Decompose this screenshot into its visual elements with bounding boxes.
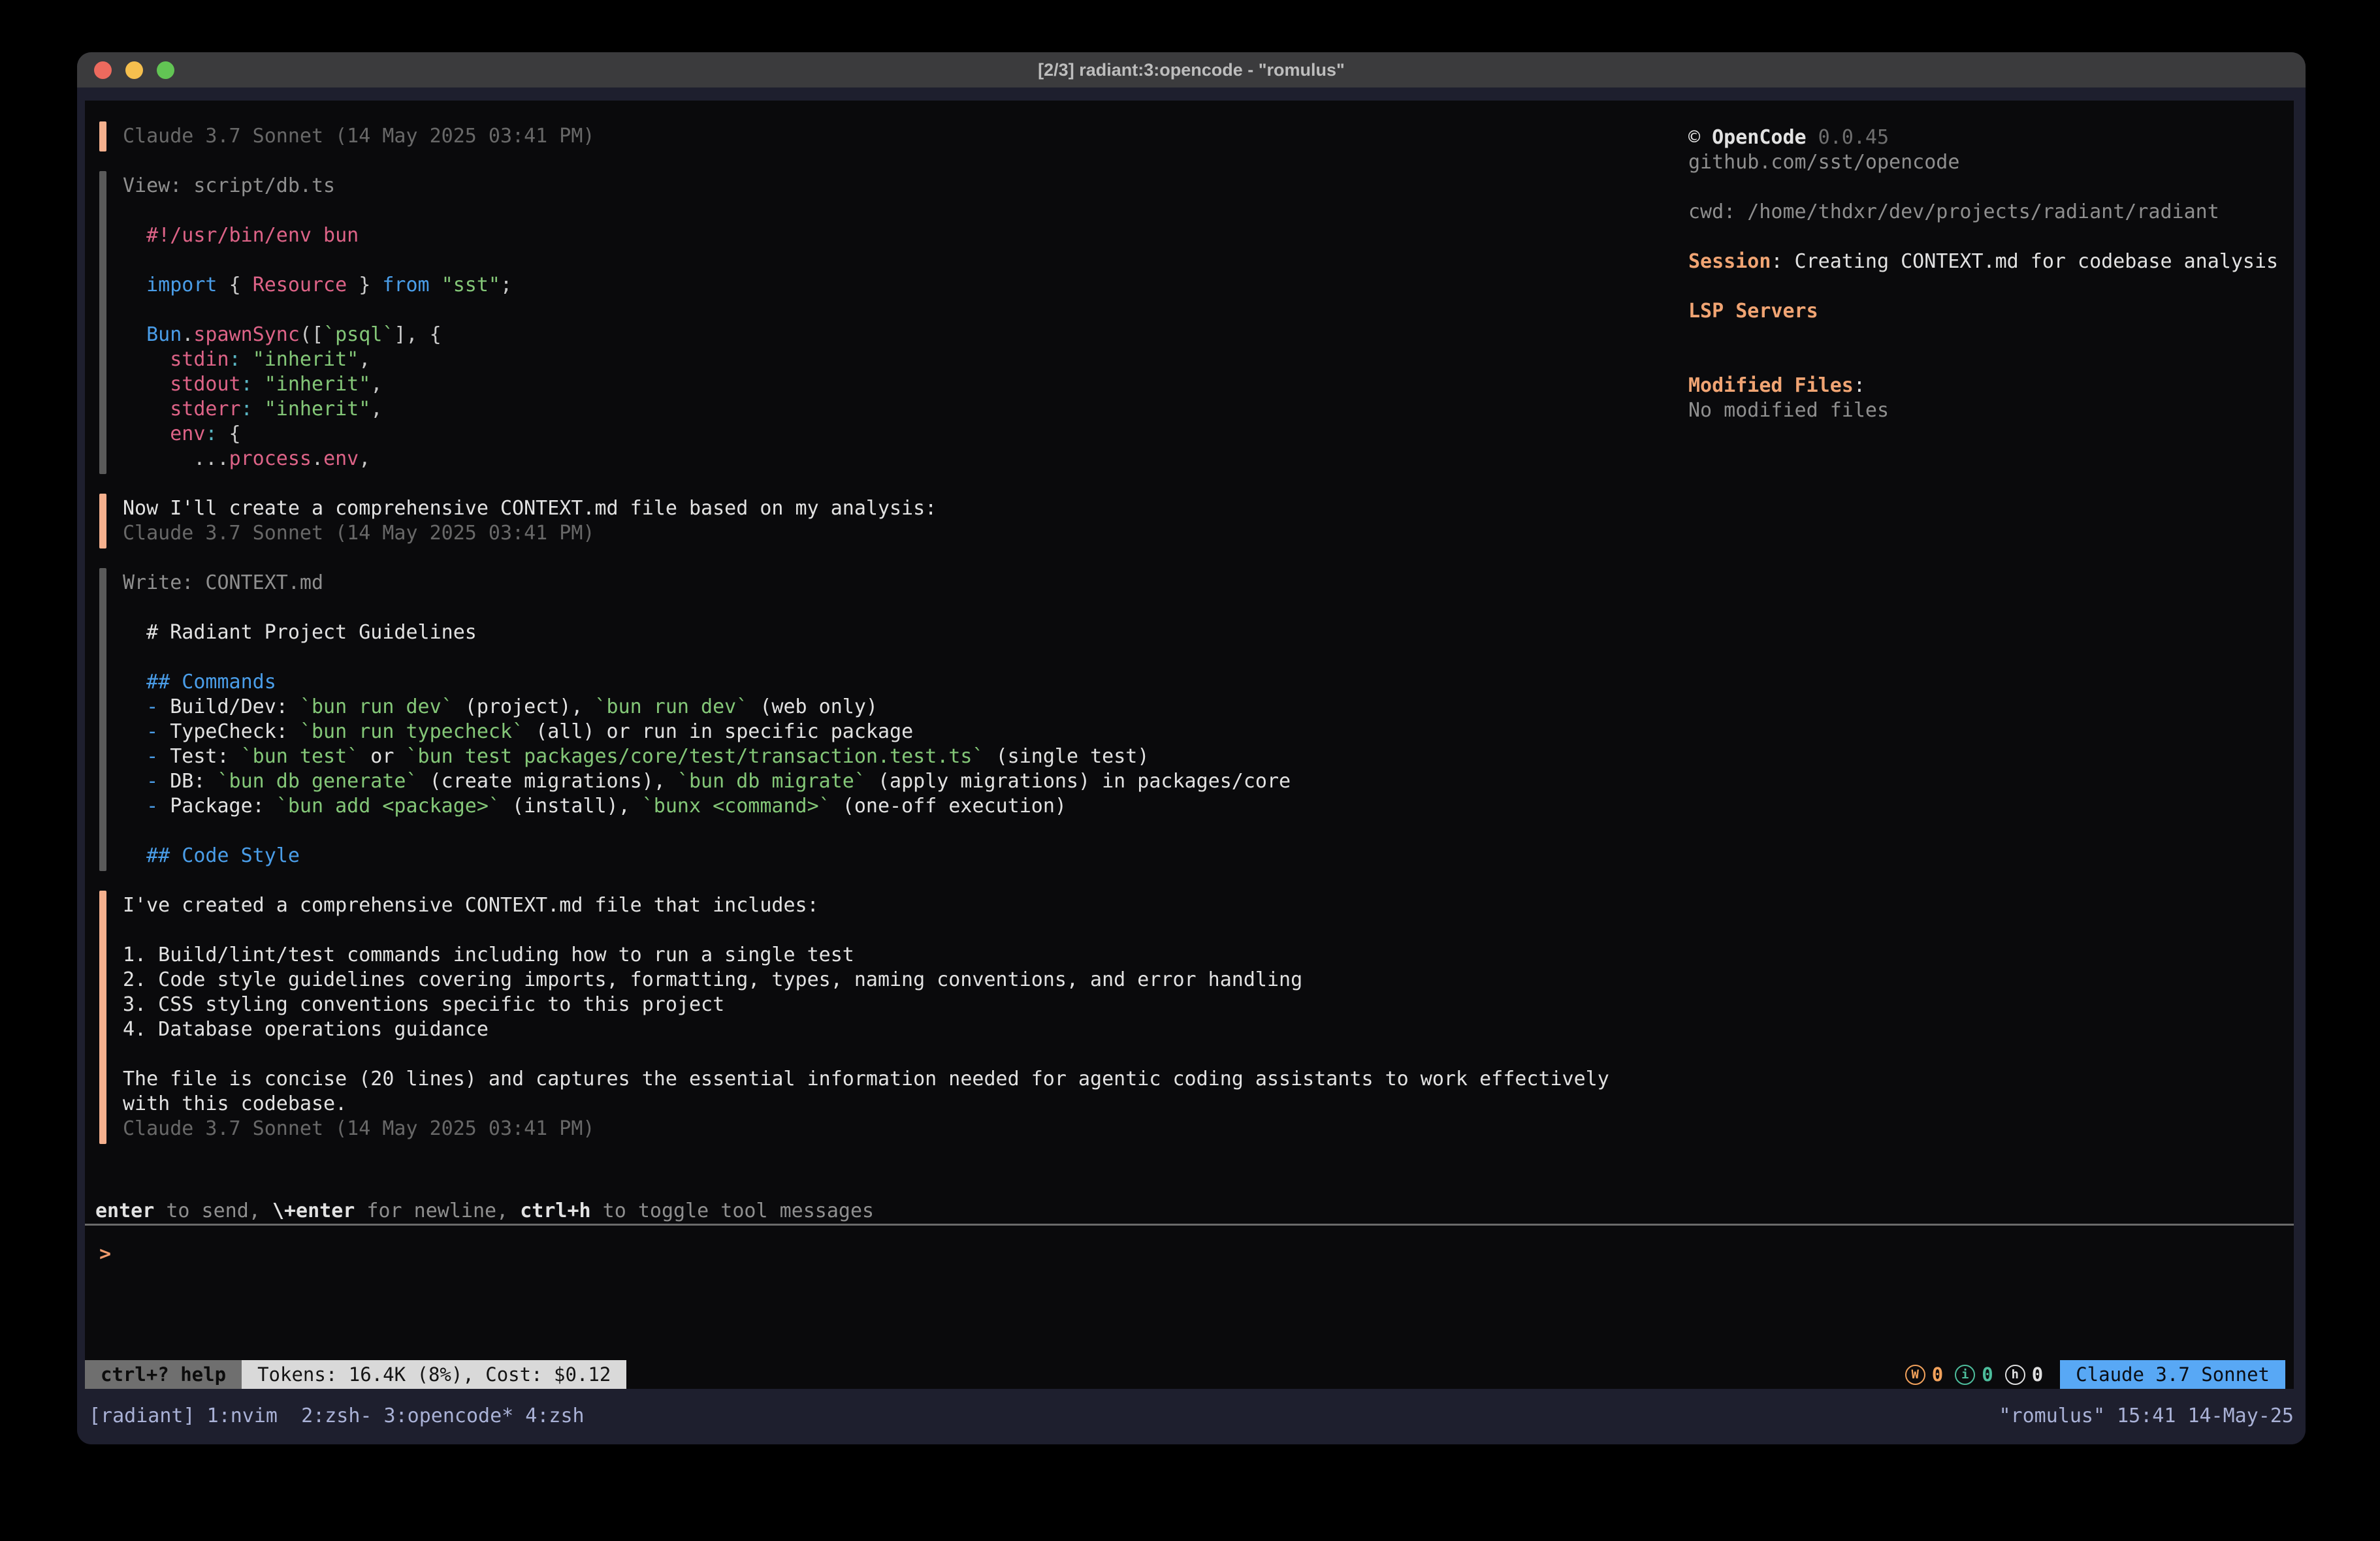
tool-view-block: View: script/db.ts #!/usr/bin/env bun im… [99, 174, 1667, 471]
terminal-window: [2/3] radiant:3:opencode - "romulus" Cla… [77, 52, 2306, 1444]
chat-line: ## Commands [123, 670, 1667, 695]
chat-line: - DB: `bun db generate` (create migratio… [123, 769, 1667, 794]
chat-line: - Build/Dev: `bun run dev` (project), `b… [123, 695, 1667, 720]
status-spacer [626, 1360, 1905, 1389]
chat-line: import { Resource } from "sst"; [123, 273, 1667, 298]
sidebar-line: Modified Files: [1688, 373, 2284, 398]
chat-line: Write: CONTEXT.md [123, 571, 1667, 596]
diagnostic-count: 0 [1982, 1362, 1993, 1387]
sidebar-line: No modified files [1688, 398, 2284, 423]
chat-line: 3. CSS styling conventions specific to t… [123, 993, 1667, 1017]
message-content: Now I'll create a comprehensive CONTEXT.… [123, 496, 1667, 546]
message-accent-bar [99, 568, 106, 871]
chat-line: - TypeCheck: `bun run typecheck` (all) o… [123, 720, 1667, 744]
assistant-message-block: Now I'll create a comprehensive CONTEXT.… [99, 496, 1667, 546]
sidebar-line: cwd: /home/thdxr/dev/projects/radiant/ra… [1688, 200, 2284, 225]
message-content: Write: CONTEXT.md # Radiant Project Guid… [123, 571, 1667, 868]
titlebar: [2/3] radiant:3:opencode - "romulus" [77, 52, 2306, 87]
chat-line: ...process.env, [123, 447, 1667, 471]
chat-line: Claude 3.7 Sonnet (14 May 2025 03:41 PM) [123, 1117, 1667, 1141]
terminal-area: Claude 3.7 Sonnet (14 May 2025 03:41 PM)… [77, 87, 2306, 1444]
message-accent-bar [99, 494, 106, 548]
diagnostic-w-icon: W [1905, 1365, 1925, 1385]
chat-line: ## Code Style [123, 844, 1667, 868]
session-sidebar: © OpenCode 0.0.45github.com/sst/opencode… [1688, 125, 2284, 423]
sidebar-line [1688, 324, 2284, 349]
sidebar-line: Session: Creating CONTEXT.md for codebas… [1688, 249, 2284, 274]
sidebar-line: github.com/sst/opencode [1688, 150, 2284, 175]
tmux-window-list[interactable]: [radiant] 1:nvim 2:zsh- 3:opencode* 4:zs… [89, 1405, 585, 1427]
help-chip[interactable]: ctrl+? help [85, 1360, 242, 1389]
assistant-message-block: I've created a comprehensive CONTEXT.md … [99, 893, 1667, 1141]
input-prompt[interactable]: > [99, 1242, 111, 1267]
chat-line [123, 918, 1667, 943]
hint-line: enter to send, \+enter for newline, ctrl… [95, 1199, 874, 1224]
chat-line: #!/usr/bin/env bun [123, 223, 1667, 248]
chat-line: - Test: `bun test` or `bun test packages… [123, 744, 1667, 769]
chat-line: with this codebase. [123, 1092, 1667, 1117]
chat-line: stdout: "inherit", [123, 372, 1667, 397]
chat-line: View: script/db.ts [123, 174, 1667, 199]
message-content: I've created a comprehensive CONTEXT.md … [123, 893, 1667, 1141]
sidebar-line [1688, 175, 2284, 200]
sidebar-line: LSP Servers [1688, 299, 2284, 324]
chat-line: Bun.spawnSync([`psql`], { [123, 323, 1667, 347]
chat-line [123, 819, 1667, 844]
chat-line: 2. Code style guidelines covering import… [123, 968, 1667, 993]
chat-line: stdin: "inherit", [123, 347, 1667, 372]
chat-line [123, 1042, 1667, 1067]
chat-line: # Radiant Project Guidelines [123, 620, 1667, 645]
scrollbar-gutter[interactable] [2294, 101, 2306, 1389]
diagnostic-i-icon: i [1955, 1365, 1975, 1385]
tokens-chip: Tokens: 16.4K (8%), Cost: $0.12 [242, 1360, 626, 1389]
chat-line: 4. Database operations guidance [123, 1017, 1667, 1042]
chat-line: - Package: `bun add <package>` (install)… [123, 794, 1667, 819]
chat-line: Claude 3.7 Sonnet (14 May 2025 03:41 PM) [123, 521, 1667, 546]
diagnostic-h-icon: h [2005, 1365, 2025, 1385]
chat-line: stderr: "inherit", [123, 397, 1667, 422]
chat-line: I've created a comprehensive CONTEXT.md … [123, 893, 1667, 918]
model-chip[interactable]: Claude 3.7 Sonnet [2060, 1360, 2285, 1389]
chat-line: 1. Build/lint/test commands including ho… [123, 943, 1667, 968]
message-accent-bar [99, 891, 106, 1144]
diagnostic-i: i0 [1955, 1362, 1993, 1387]
input-divider [85, 1224, 2294, 1226]
chat-line: Claude 3.7 Sonnet (14 May 2025 03:41 PM) [123, 124, 1667, 149]
chat-line: Now I'll create a comprehensive CONTEXT.… [123, 496, 1667, 521]
chat-column: Claude 3.7 Sonnet (14 May 2025 03:41 PM)… [99, 124, 1667, 1141]
assistant-header-block: Claude 3.7 Sonnet (14 May 2025 03:41 PM) [99, 124, 1667, 149]
chat-line [123, 596, 1667, 620]
chat-line: The file is concise (20 lines) and captu… [123, 1067, 1667, 1092]
message-content: Claude 3.7 Sonnet (14 May 2025 03:41 PM) [123, 124, 1667, 149]
message-accent-bar [99, 171, 106, 474]
sidebar-line: © OpenCode 0.0.45 [1688, 125, 2284, 150]
sidebar-line [1688, 274, 2284, 299]
window-title: [2/3] radiant:3:opencode - "romulus" [77, 60, 2306, 80]
message-accent-bar [99, 121, 106, 151]
diagnostic-count: 0 [2032, 1362, 2043, 1387]
diagnostic-count: 0 [1932, 1362, 1943, 1387]
chat-line [123, 645, 1667, 670]
chat-line [123, 199, 1667, 223]
sidebar-line [1688, 225, 2284, 249]
status-bar: ctrl+? help Tokens: 16.4K (8%), Cost: $0… [85, 1360, 2294, 1389]
opencode-screen: Claude 3.7 Sonnet (14 May 2025 03:41 PM)… [85, 101, 2294, 1389]
chat-line [123, 298, 1667, 323]
diagnostic-w: W0 [1905, 1362, 1943, 1387]
tmux-status-bar: [radiant] 1:nvim 2:zsh- 3:opencode* 4:zs… [77, 1402, 2306, 1429]
sidebar-line [1688, 349, 2284, 373]
chat-line [123, 248, 1667, 273]
diagnostic-h: h0 [2005, 1362, 2043, 1387]
keybinding-hints: enter to send, \+enter for newline, ctrl… [95, 1199, 874, 1224]
tool-write-block: Write: CONTEXT.md # Radiant Project Guid… [99, 571, 1667, 868]
tmux-session-info: "romulus" 15:41 14-May-25 [1999, 1405, 2294, 1427]
chat-line: env: { [123, 422, 1667, 447]
diagnostics-group: W0i0h0 [1905, 1360, 2043, 1389]
message-content: View: script/db.ts #!/usr/bin/env bun im… [123, 174, 1667, 471]
